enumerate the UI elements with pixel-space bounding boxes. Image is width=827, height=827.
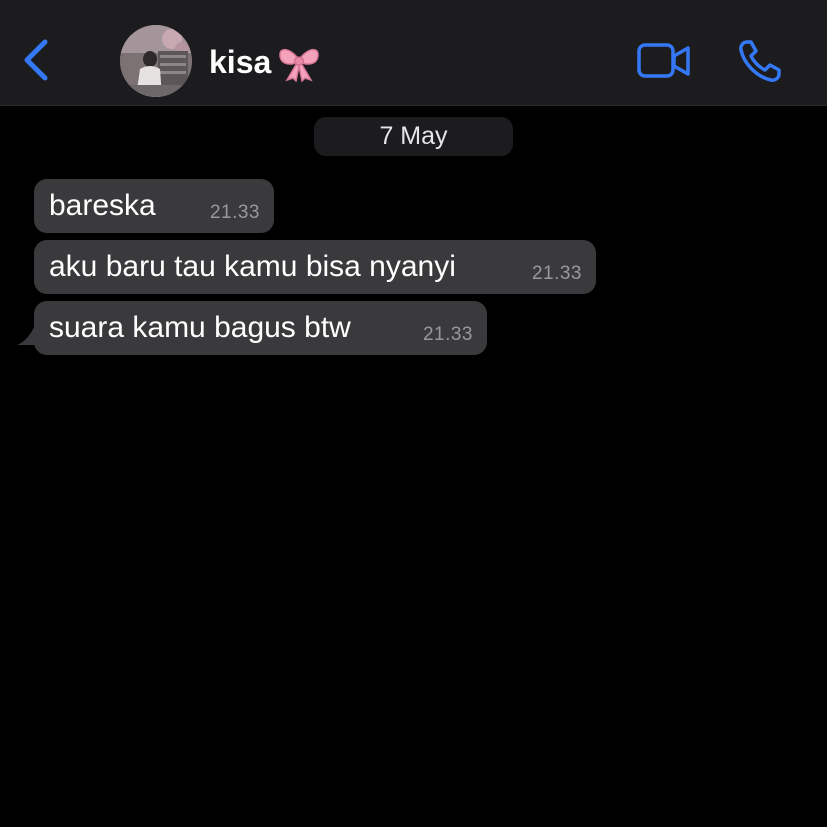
chevron-left-icon (24, 39, 48, 81)
chat-screen: kisa 7 May bareska 21.33 aku baru tau ka… (0, 0, 827, 827)
back-button[interactable] (18, 36, 58, 84)
avatar-photo (120, 25, 192, 97)
video-camera-icon (637, 43, 690, 78)
phone-icon (739, 40, 781, 82)
message-bubble[interactable]: suara kamu bagus btw 21.33 (34, 301, 487, 355)
video-call-button[interactable] (636, 40, 692, 82)
message-time: 21.33 (209, 202, 260, 223)
voice-call-button[interactable] (737, 38, 783, 84)
message-time: 21.33 (422, 324, 473, 345)
contact-name[interactable]: kisa (209, 42, 271, 82)
message-text: suara kamu bagus btw (49, 311, 351, 344)
message-text: aku baru tau kamu bisa nyanyi (49, 250, 456, 283)
message-bubble[interactable]: bareska 21.33 (34, 179, 274, 233)
date-separator: 7 May (314, 117, 513, 156)
message-text: bareska (49, 189, 156, 222)
chat-header: kisa (0, 0, 827, 106)
contact-avatar[interactable] (120, 25, 192, 97)
message-time: 21.33 (531, 263, 582, 284)
message-bubble[interactable]: aku baru tau kamu bisa nyanyi 21.33 (34, 240, 596, 294)
ribbon-bow-icon (279, 48, 319, 82)
